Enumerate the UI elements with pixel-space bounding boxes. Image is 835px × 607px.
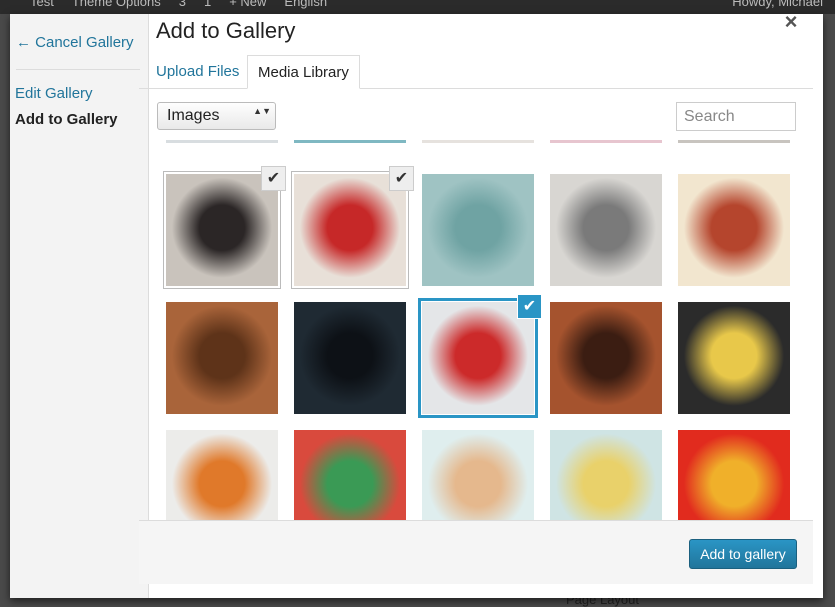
attachment-turntable-icon[interactable]: [550, 302, 662, 414]
attachments-grid[interactable]: ✔ ✔ ✔: [139, 140, 813, 520]
select-arrows-icon: ▲▼: [253, 103, 271, 117]
attachment-music-note-icon[interactable]: [678, 302, 790, 414]
attachment-toolbox-anvil[interactable]: ✔: [418, 294, 542, 418]
attachment-letter-s-icon[interactable]: [294, 430, 406, 520]
attachment-soup-pot-icon[interactable]: [166, 430, 278, 520]
previous-row-thumbnail-edge: [550, 140, 662, 143]
add-to-gallery-button[interactable]: Add to gallery: [689, 539, 797, 569]
admin-bar-item-site[interactable]: Test: [30, 0, 54, 9]
attachment-photoshop-icon[interactable]: [294, 302, 406, 414]
attachment-oreo-cookie[interactable]: ✔: [163, 166, 286, 289]
checkmark-icon[interactable]: ✔: [389, 166, 414, 191]
admin-bar: Test Theme Options 3 1 + New English How…: [0, 0, 835, 14]
add-to-gallery-menu-item[interactable]: Add to Gallery: [15, 111, 118, 128]
checkmark-icon[interactable]: ✔: [517, 294, 542, 319]
modal-title: Add to Gallery: [156, 18, 296, 43]
attachment-banana-fruit-poster[interactable]: [550, 430, 662, 520]
admin-bar-item-updates[interactable]: 3: [179, 0, 186, 9]
previous-row-thumbnail-edge: [678, 140, 790, 143]
search-input[interactable]: [676, 102, 796, 131]
admin-bar-item-new[interactable]: + New: [229, 0, 266, 9]
close-icon[interactable]: ×: [781, 10, 801, 34]
previous-row-thumbnail-edge: [422, 140, 534, 143]
tab-router-border: [139, 88, 813, 89]
edit-gallery-link[interactable]: Edit Gallery: [15, 85, 93, 102]
menu-separator: [16, 69, 140, 70]
media-type-filter[interactable]: Images ▲▼: [157, 102, 276, 130]
attachment-sketch-pencil[interactable]: [550, 174, 662, 286]
cancel-gallery-link[interactable]: ← Cancel Gallery: [16, 34, 134, 51]
checkmark-icon[interactable]: ✔: [261, 166, 286, 191]
attachment-radio-icons[interactable]: [678, 174, 790, 286]
attachment-fridge-icon[interactable]: [166, 302, 278, 414]
admin-bar-item-theme-options[interactable]: Theme Options: [72, 0, 161, 9]
attachment-retro-radio[interactable]: [422, 174, 534, 286]
previous-row-thumbnail-edge: [294, 140, 406, 143]
admin-bar-item-comments[interactable]: 1: [204, 0, 211, 9]
admin-bar-greeting[interactable]: Howdy, Michael: [732, 0, 823, 9]
previous-row-thumbnail-edge: [166, 140, 278, 143]
admin-bar-item-language[interactable]: English: [284, 0, 327, 9]
attachment-espresso-machine[interactable]: ✔: [291, 166, 414, 289]
attachment-apap-poster[interactable]: [422, 430, 534, 520]
tab-media-library[interactable]: Media Library: [247, 55, 360, 89]
attachment-popsicle-icon[interactable]: [678, 430, 790, 520]
media-menu: ← Cancel Gallery Edit Gallery Add to Gal…: [10, 14, 149, 598]
tab-upload-files[interactable]: Upload Files: [146, 55, 249, 89]
admin-bar-items: Test Theme Options 3 1 + New English: [30, 0, 327, 9]
select-arrows-glyph: ▲▼: [253, 106, 271, 116]
media-type-filter-value: Images: [167, 107, 220, 124]
